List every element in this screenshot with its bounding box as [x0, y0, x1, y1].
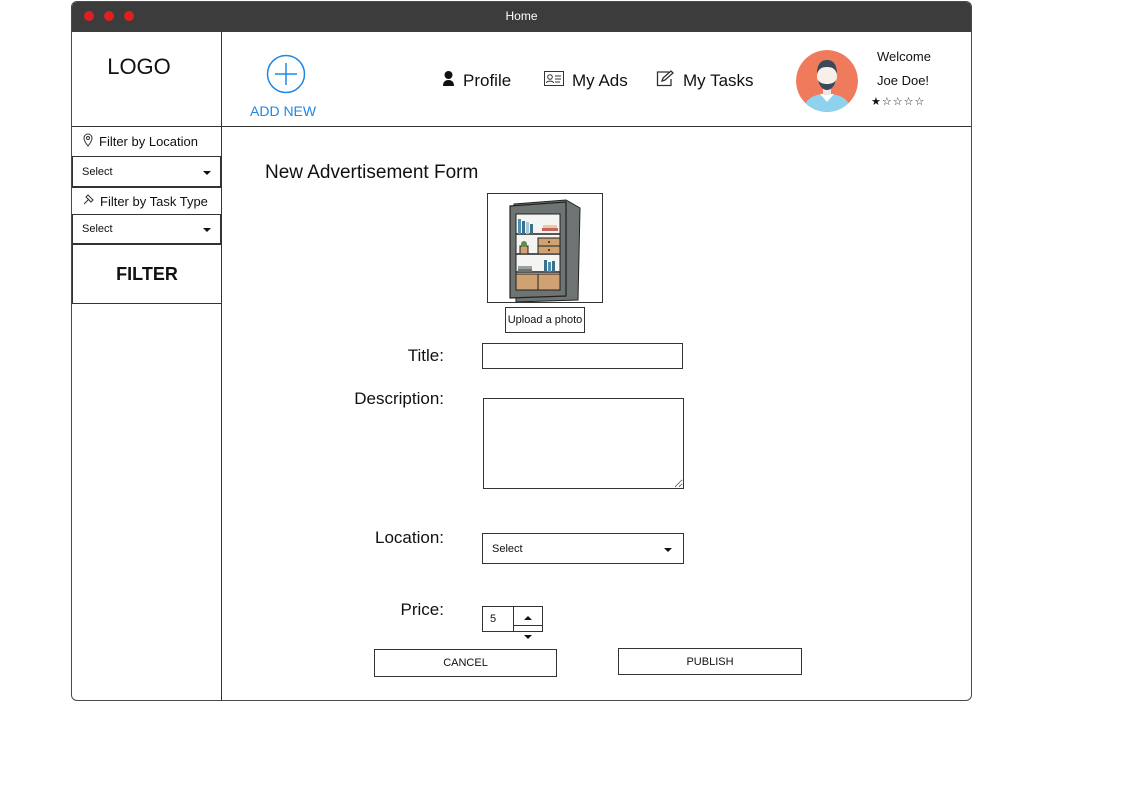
- nav-my-ads-label: My Ads: [572, 71, 628, 90]
- plus-circle-icon: [266, 54, 306, 99]
- chevron-down-icon: [203, 228, 211, 232]
- price-increment-button[interactable]: [514, 607, 542, 625]
- sidebar-divider: [221, 126, 222, 700]
- caret-down-icon: [523, 626, 532, 644]
- filter-location-label: Filter by Location: [99, 134, 198, 149]
- filter-button[interactable]: FILTER: [72, 244, 222, 304]
- nav-my-ads[interactable]: My Ads: [544, 69, 628, 93]
- top-header: ADD NEW Profile My Ads My Tasks Welcome …: [222, 32, 971, 127]
- chevron-down-icon: [203, 170, 211, 175]
- nav-profile[interactable]: Profile: [442, 69, 511, 93]
- location-select[interactable]: Select: [482, 533, 684, 564]
- publish-button[interactable]: PUBLISH: [618, 648, 802, 675]
- form-title: New Advertisement Form: [265, 162, 479, 183]
- welcome-text: Welcome: [877, 49, 931, 64]
- location-pin-icon: [82, 133, 94, 150]
- description-textarea[interactable]: [483, 398, 684, 489]
- filter-location-header: Filter by Location: [72, 126, 222, 156]
- user-name: Joe Doe!: [877, 73, 930, 88]
- filter-location-value: Select: [82, 165, 113, 178]
- filter-task-header: Filter by Task Type: [72, 187, 222, 214]
- filter-location-select[interactable]: Select: [72, 156, 221, 187]
- user-rating-stars: ★☆☆☆☆: [871, 96, 926, 108]
- id-card-icon: [544, 71, 564, 91]
- nav-profile-label: Profile: [463, 71, 512, 90]
- chevron-down-icon: [664, 547, 672, 552]
- add-new-label[interactable]: ADD NEW: [250, 103, 316, 119]
- price-label: Price:: [400, 600, 444, 619]
- hammer-icon: [82, 193, 95, 209]
- upload-photo-button[interactable]: Upload a photo: [505, 307, 585, 333]
- price-value[interactable]: 5: [483, 607, 514, 631]
- caret-up-icon: [523, 607, 532, 625]
- description-label: Description:: [354, 389, 444, 408]
- app-window: Home LOGO Filter by Location Select Filt…: [71, 1, 972, 701]
- nav-my-tasks[interactable]: My Tasks: [656, 69, 754, 93]
- logo: LOGO: [107, 54, 171, 79]
- nav-my-tasks-label: My Tasks: [683, 71, 754, 90]
- filter-task-select[interactable]: Select: [72, 214, 221, 244]
- price-stepper[interactable]: 5: [482, 606, 543, 639]
- filter-task-label: Filter by Task Type: [100, 193, 208, 209]
- title-input[interactable]: [482, 343, 683, 369]
- person-icon: [442, 70, 455, 92]
- title-label: Title:: [407, 346, 444, 365]
- window-title: Home: [505, 9, 538, 23]
- filter-task-value: Select: [82, 223, 113, 235]
- cancel-button[interactable]: CANCEL: [374, 649, 557, 677]
- avatar[interactable]: [796, 50, 858, 112]
- location-label: Location:: [375, 528, 444, 547]
- price-decrement-button[interactable]: [513, 625, 542, 644]
- edit-icon: [656, 70, 675, 92]
- photo-preview: [487, 193, 603, 303]
- title-bar: Home: [72, 2, 971, 32]
- bookshelf-icon: [488, 199, 602, 306]
- location-value: Select: [492, 542, 523, 555]
